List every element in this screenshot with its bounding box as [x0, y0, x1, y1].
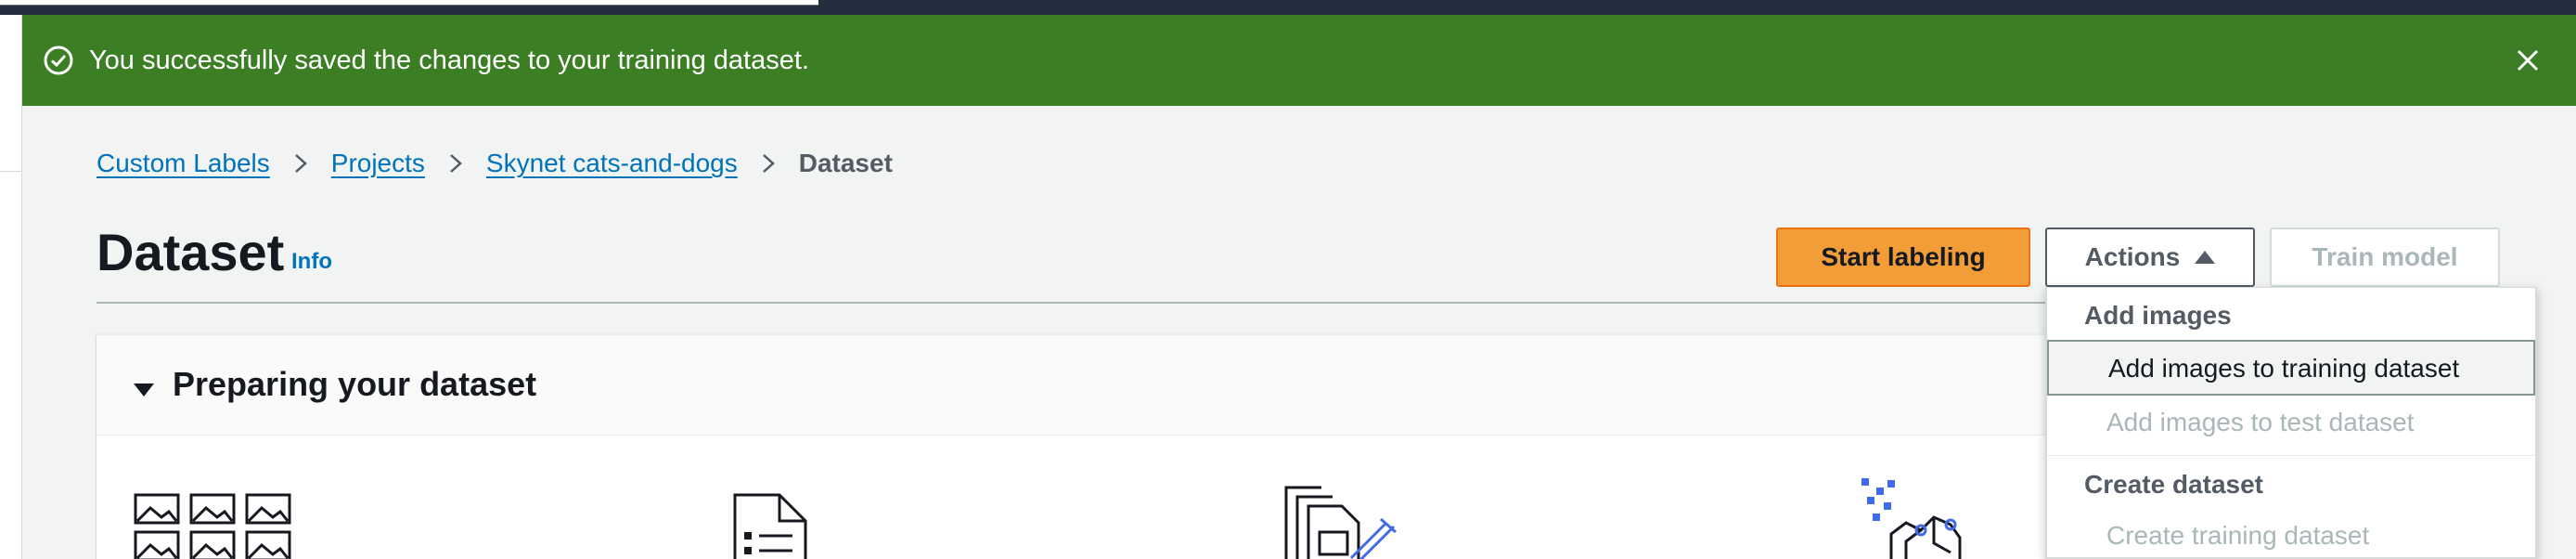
menu-group-add-images: Add images	[2084, 301, 2232, 330]
caret-down-icon[interactable]	[134, 384, 154, 396]
info-link[interactable]: Info	[291, 249, 332, 275]
check-circle-icon	[44, 46, 73, 75]
success-flash-banner: You successfully saved the changes to yo…	[22, 15, 2576, 106]
actions-dropdown-menu: Add images Add images to training datase…	[2045, 287, 2537, 559]
menu-item-create-training-dataset: Create training dataset	[2106, 521, 2370, 550]
breadcrumb: Custom Labels Projects Skynet cats-and-d…	[97, 145, 893, 182]
actions-button-label: Actions	[2084, 242, 2181, 271]
neural-network-icon	[1861, 478, 1962, 559]
menu-divider	[2047, 455, 2535, 456]
start-labeling-button[interactable]: Start labeling	[1776, 228, 2030, 287]
header-divider	[97, 302, 2045, 304]
edit-images-icon	[1284, 486, 1397, 559]
panel-title[interactable]: Preparing your dataset	[173, 365, 536, 404]
breadcrumb-custom-labels[interactable]: Custom Labels	[97, 149, 270, 178]
top-search-field[interactable]	[0, 0, 818, 6]
breadcrumb-current: Dataset	[798, 149, 893, 177]
caret-up-icon	[2195, 251, 2216, 264]
actions-button[interactable]: Actions	[2045, 228, 2255, 287]
breadcrumb-projects[interactable]: Projects	[331, 149, 425, 178]
menu-group-create-dataset: Create dataset	[2084, 470, 2263, 499]
menu-item-add-images-test: Add images to test dataset	[2106, 408, 2415, 436]
chevron-right-icon	[762, 154, 775, 173]
chevron-right-icon	[294, 154, 307, 173]
side-nav-divider	[0, 171, 22, 172]
top-navigation-bar	[0, 0, 2576, 15]
close-icon[interactable]	[2509, 42, 2546, 79]
breadcrumb-project-name[interactable]: Skynet cats-and-dogs	[486, 149, 738, 178]
document-list-icon	[733, 493, 807, 559]
side-navigation-edge	[0, 15, 22, 559]
page-title: Dataset	[97, 223, 285, 281]
images-grid-icon	[134, 493, 291, 559]
chevron-right-icon	[450, 154, 462, 173]
train-model-button: Train model	[2270, 228, 2500, 287]
flash-message: You successfully saved the changes to yo…	[89, 46, 809, 75]
menu-item-add-images-training[interactable]: Add images to training dataset	[2047, 340, 2535, 396]
